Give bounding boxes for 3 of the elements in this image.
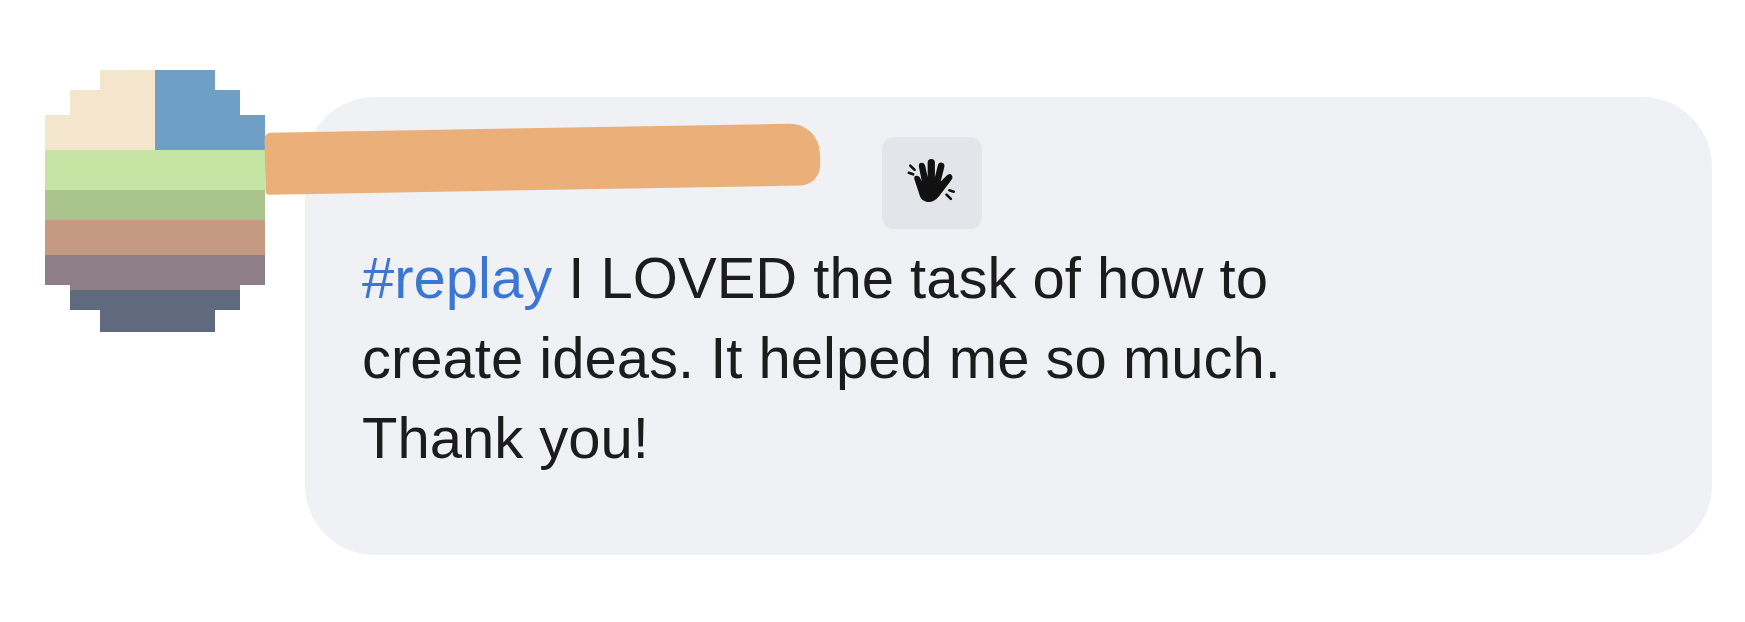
waving-hand-icon: [882, 136, 982, 229]
comment-text: #replay I LOVED the task of how to create ideas. It helped me so much. Thank you!: [362, 244, 1282, 472]
hashtag-link[interactable]: #replay: [362, 245, 553, 310]
